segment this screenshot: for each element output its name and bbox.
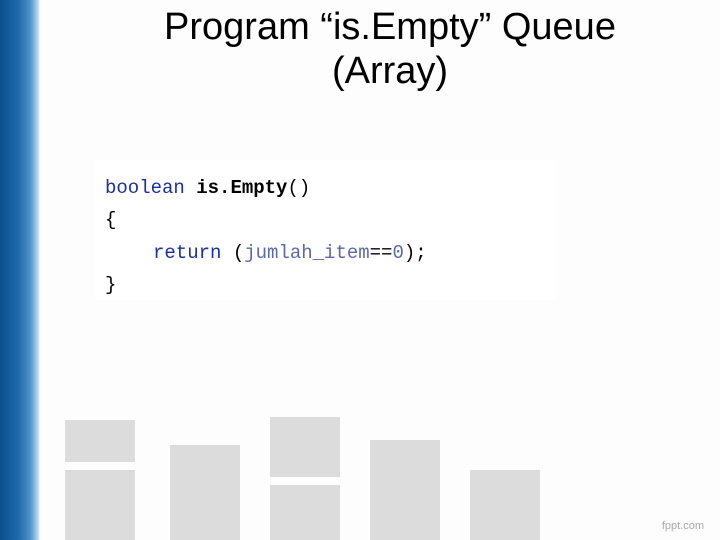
decorative-squares — [0, 390, 720, 540]
square — [270, 417, 340, 477]
literal-zero: 0 — [392, 242, 403, 264]
expr-close: ); — [404, 242, 427, 264]
left-accent-stripe — [0, 0, 40, 540]
parens: () — [287, 177, 310, 199]
code-snippet: boolean is.Empty() { return (jumlah_item… — [95, 160, 555, 300]
square — [65, 470, 135, 540]
square — [470, 470, 540, 540]
variable-jumlah-item: jumlah_item — [244, 242, 369, 264]
keyword-return: return — [153, 242, 221, 264]
square — [270, 485, 340, 540]
expr-open: ( — [221, 242, 244, 264]
function-name: is.Empty — [196, 177, 287, 199]
operator-eq: == — [370, 242, 393, 264]
code-line-3: return (jumlah_item==0); — [105, 237, 545, 269]
open-brace: { — [105, 209, 116, 231]
footer-attribution: fppt.com — [662, 520, 704, 532]
close-brace: } — [105, 274, 116, 296]
square — [170, 445, 240, 540]
title-line-2: (Array) — [332, 50, 448, 92]
code-line-2: { — [105, 204, 545, 236]
square — [370, 440, 440, 540]
slide: Program “is.Empty” Queue (Array) boolean… — [0, 0, 720, 540]
code-line-4: } — [105, 269, 545, 301]
slide-title: Program “is.Empty” Queue (Array) — [100, 6, 680, 93]
title-line-1: Program “is.Empty” Queue — [164, 6, 616, 48]
square — [65, 420, 135, 462]
code-line-1: boolean is.Empty() — [105, 172, 545, 204]
keyword-boolean: boolean — [105, 177, 185, 199]
